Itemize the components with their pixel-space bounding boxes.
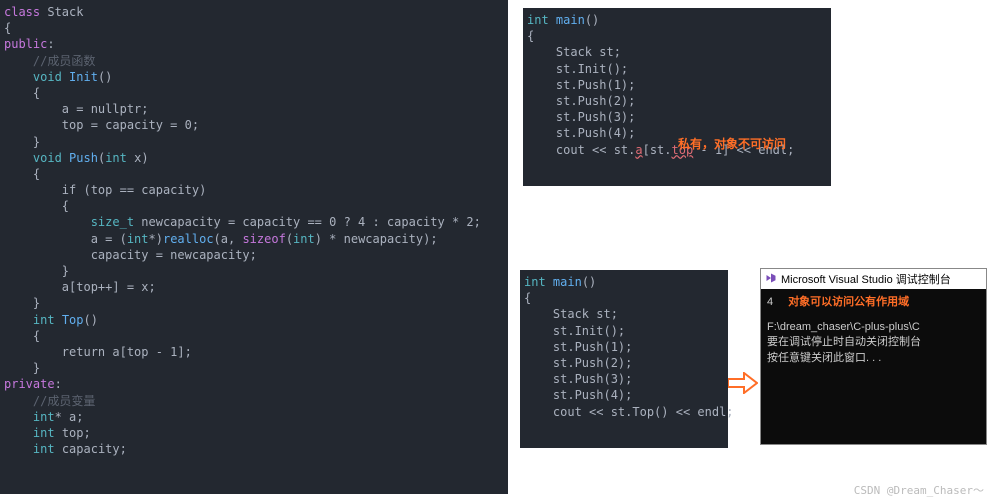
console-output: 4 — [767, 296, 773, 308]
annotation-public: 对象可以访问公有作用域 — [788, 296, 909, 308]
annotation-private: 私有，对象不可访问 — [678, 135, 786, 152]
watermark: CSDN @Dream_Chaser～ — [854, 482, 984, 498]
console-titlebar: Microsoft Visual Studio 调试控制台 — [761, 269, 986, 289]
console-msg: 要在调试停止时自动关闭控制台 — [767, 336, 921, 348]
code-main-public: int main(){ Stack st; st.Init(); st.Push… — [520, 270, 728, 448]
arrow-icon — [728, 372, 758, 397]
vs-icon — [765, 272, 777, 287]
console-window: Microsoft Visual Studio 调试控制台 4 对象可以访问公有… — [760, 268, 987, 445]
console-msg: 按任意键关闭此窗口. . . — [767, 352, 881, 364]
console-path: F:\dream_chaser\C-plus-plus\C — [767, 321, 920, 333]
code-stack-class: class Stack{public: //成员函数 void Init() {… — [0, 0, 508, 494]
code-main-private: int main(){ Stack st; st.Init(); st.Push… — [523, 8, 831, 186]
